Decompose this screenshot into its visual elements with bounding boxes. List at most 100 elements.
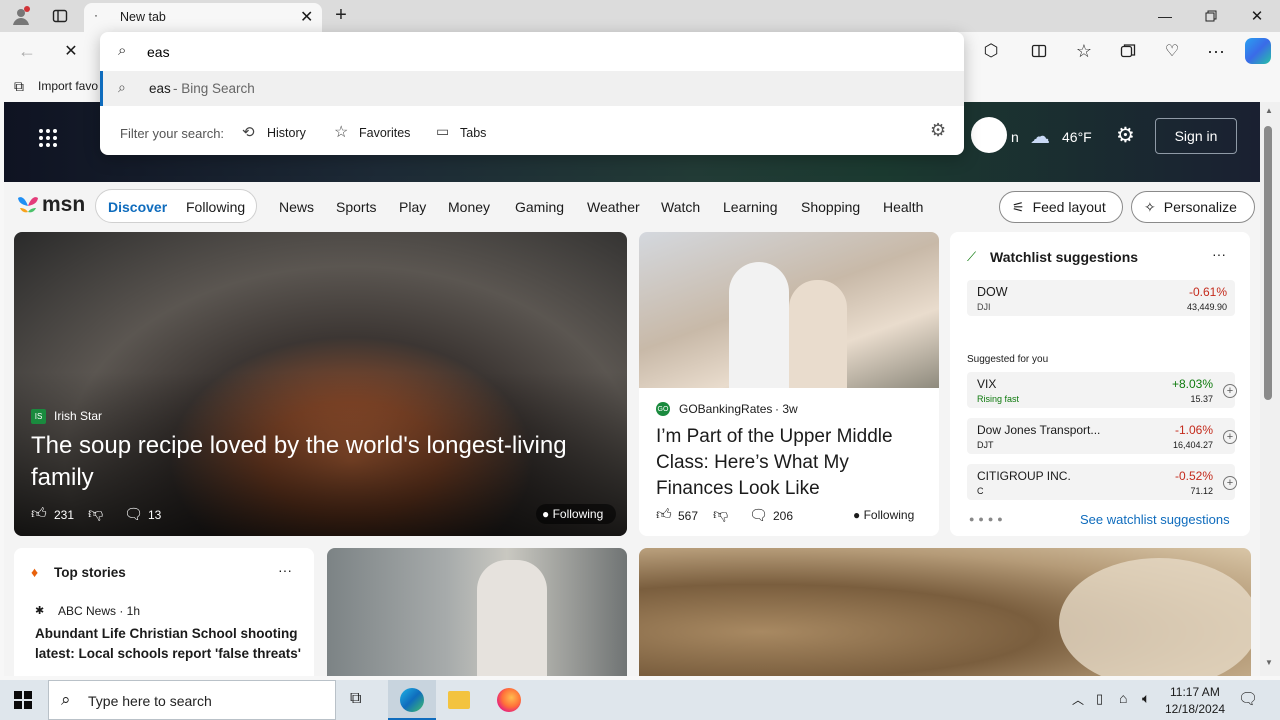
tab-following[interactable]: Following (186, 199, 245, 215)
suggestion-row[interactable]: ⌕ eas - Bing Search (100, 71, 964, 106)
carousel-dots[interactable]: ●●●● (969, 514, 1007, 524)
watchlist-row-dow[interactable]: DOW DJI -0.61% 43,449.90 (967, 280, 1235, 316)
notifications-icon[interactable]: 🗨︎ (1238, 689, 1258, 709)
import-favorites-link[interactable]: Import favo (38, 79, 98, 93)
file-explorer-icon[interactable] (448, 691, 470, 709)
nav-sports[interactable]: Sports (336, 199, 376, 215)
volume-icon[interactable]: 🔈︎ (1142, 690, 1150, 707)
stock-value: 71.12 (1190, 486, 1213, 496)
performance-icon[interactable]: ♡ (1161, 40, 1183, 62)
search-settings-gear-icon[interactable]: ⚙ (930, 120, 946, 141)
sliders-icon: ⚟ (1012, 198, 1025, 215)
watchlist-row-vix[interactable]: VIX Rising fast +8.03% 15.37 + (967, 372, 1237, 408)
start-windows-icon[interactable] (14, 691, 32, 709)
minimize-button[interactable]: — (1150, 4, 1180, 28)
story-following-badge[interactable]: ● Following (853, 508, 914, 522)
tray-chevron-icon[interactable]: ︿ (1072, 691, 1084, 708)
clock-date[interactable]: 12/18/2024 (1165, 702, 1225, 716)
hero-following-badge[interactable]: ● Following (536, 504, 616, 524)
personalize-button[interactable]: ✧ Personalize (1131, 191, 1255, 223)
stock-value: 16,404.27 (1172, 440, 1213, 450)
msn-logo[interactable]: msn (16, 191, 85, 219)
filter-favorites[interactable]: Favorites (359, 126, 410, 140)
more-options-icon[interactable]: ··· (1205, 40, 1227, 62)
nav-gaming[interactable]: Gaming (515, 199, 564, 215)
nav-shopping[interactable]: Shopping (801, 199, 860, 215)
stock-value: 43,449.90 (1186, 302, 1227, 312)
story-card[interactable]: GO GOBankingRates · 3w I’m Part of the U… (639, 232, 939, 536)
dislike-icon[interactable]: 👎︎ (713, 506, 728, 524)
nav-weather[interactable]: Weather (587, 199, 640, 215)
oats-image-card[interactable] (639, 548, 1251, 676)
copilot-round-icon[interactable] (971, 117, 1007, 153)
restore-button[interactable] (1196, 4, 1226, 28)
stock-name: VIX (977, 377, 997, 391)
page-scrollbar[interactable]: ▲ ▼ (1260, 102, 1280, 676)
history-icon[interactable]: ⟲ (242, 123, 255, 141)
favorites-star-icon[interactable]: ☆ (1073, 40, 1095, 62)
taskbar-search-box[interactable]: ⌕ Type here to search (48, 680, 336, 720)
back-button[interactable]: ← (16, 40, 38, 62)
import-icon: ⧉ (14, 78, 24, 94)
nav-learning[interactable]: Learning (723, 199, 778, 215)
hero-card[interactable]: IS Irish Star The soup recipe loved by t… (14, 232, 627, 536)
favorites-icon[interactable]: ☆ (334, 122, 348, 142)
sign-in-button[interactable]: Sign in (1155, 118, 1237, 154)
firefox-icon[interactable] (497, 688, 521, 712)
comment-icon[interactable]: 🗨︎ (749, 506, 768, 524)
apps-grid-icon[interactable] (38, 128, 58, 148)
profile-icon[interactable] (10, 5, 32, 27)
tab-actions-icon[interactable] (50, 6, 70, 26)
dislike-icon[interactable]: 👎︎ (88, 505, 103, 523)
suggestion-search-icon: ⌕ (118, 79, 126, 95)
nav-health[interactable]: Health (883, 199, 923, 215)
stock-change: -0.52% (1174, 469, 1213, 483)
stop-loading-button[interactable]: ✕ (60, 40, 82, 62)
new-tab-button[interactable]: + (330, 4, 352, 26)
clock-time[interactable]: 11:17 AM (1170, 685, 1220, 699)
battery-icon[interactable]: ▯ (1096, 691, 1103, 707)
see-watchlist-link[interactable]: See watchlist suggestions (1080, 512, 1230, 527)
filter-history[interactable]: History (267, 126, 306, 140)
task-view-icon[interactable]: ⧉ (350, 690, 361, 708)
watchlist-row-djt[interactable]: Dow Jones Transport... DJT -1.06% 16,404… (967, 418, 1237, 454)
nav-news[interactable]: News (279, 199, 314, 215)
fire-icon: ♦ (31, 564, 39, 580)
settings-gear-icon[interactable]: ⚙ (1116, 123, 1135, 148)
tabs-icon[interactable]: ▭ (436, 123, 449, 140)
weather-temp[interactable]: 46°F (1062, 129, 1092, 145)
tab-discover[interactable]: Discover (108, 199, 167, 215)
filter-tabs[interactable]: Tabs (460, 126, 486, 140)
like-icon[interactable]: 👍︎ (31, 505, 47, 523)
woman-phone-image-card[interactable] (327, 548, 627, 676)
scroll-thumb[interactable] (1264, 126, 1272, 400)
top-stories-more-icon[interactable]: ··· (278, 562, 292, 578)
copilot-icon[interactable] (1245, 38, 1271, 64)
comment-icon[interactable]: 🗨︎ (124, 505, 143, 523)
scroll-up-icon[interactable]: ▲ (1265, 106, 1273, 115)
personalize-label: Personalize (1163, 199, 1237, 215)
nav-watch[interactable]: Watch (661, 199, 700, 215)
top-story-headline[interactable]: Abundant Life Christian School shooting … (35, 624, 303, 664)
add-to-watchlist-icon[interactable]: + (1223, 476, 1237, 490)
watchlist-more-icon[interactable]: ··· (1212, 246, 1226, 262)
split-screen-icon[interactable] (1028, 40, 1050, 62)
like-icon[interactable]: 👍︎ (656, 506, 672, 524)
close-window-button[interactable]: ✕ (1242, 4, 1272, 28)
nav-play[interactable]: Play (399, 199, 426, 215)
add-to-watchlist-icon[interactable]: + (1223, 430, 1237, 444)
edge-taskbar-icon[interactable] (388, 680, 436, 720)
network-icon[interactable]: ⌂ (1119, 690, 1127, 706)
watchlist-row-citigroup[interactable]: CITIGROUP INC. C -0.52% 71.12 + (967, 464, 1237, 500)
hero-headline[interactable]: The soup recipe loved by the world's lon… (31, 430, 611, 494)
extensions-icon[interactable]: ⬡ (980, 40, 1002, 62)
add-to-watchlist-icon[interactable]: + (1223, 384, 1237, 398)
feed-layout-button[interactable]: ⚟ Feed layout (999, 191, 1123, 223)
collections-icon[interactable] (1117, 40, 1139, 62)
story-headline[interactable]: I’m Part of the Upper Middle Class: Here… (656, 424, 931, 502)
scroll-down-icon[interactable]: ▼ (1265, 658, 1273, 667)
nav-money[interactable]: Money (448, 199, 490, 215)
close-tab-icon[interactable]: ✕ (300, 7, 313, 27)
tab-new-tab[interactable]: · New tab ✕ (84, 3, 322, 32)
address-input[interactable] (147, 41, 937, 63)
